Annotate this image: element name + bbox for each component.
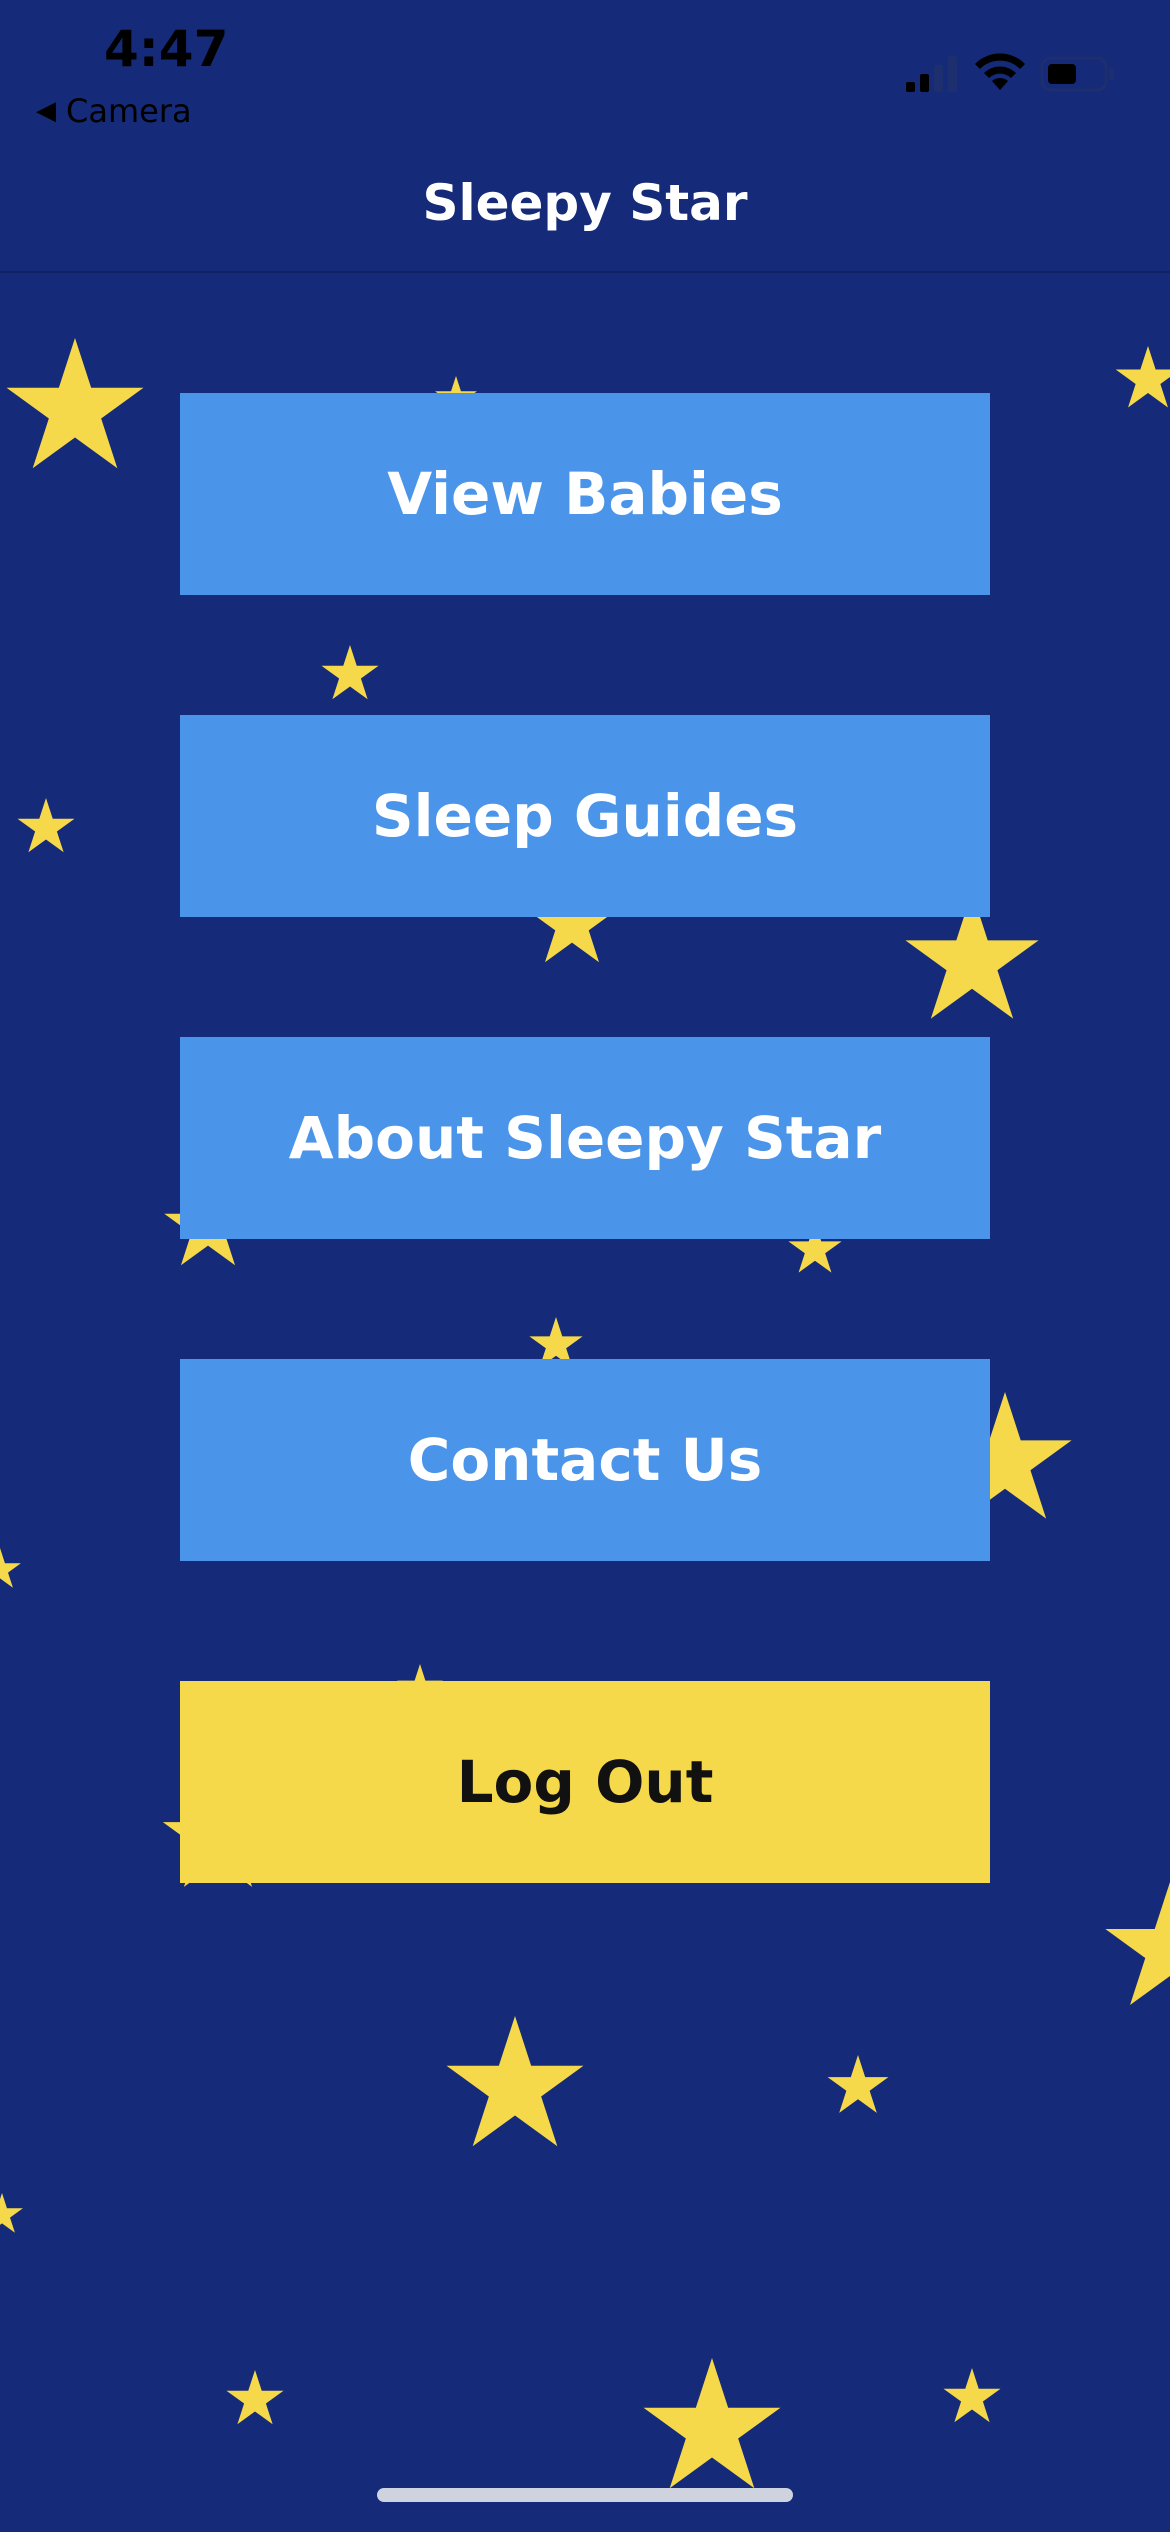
page-title: Sleepy Star: [422, 174, 748, 232]
star-icon: [643, 2358, 781, 2489]
status-bar: 4:47 ◀ Camera: [0, 0, 1170, 140]
star-icon: [943, 2368, 1001, 2423]
navigation-bar: Sleepy Star: [0, 140, 1170, 273]
star-icon: [0, 1548, 21, 1588]
view-babies-button[interactable]: View Babies: [180, 393, 990, 595]
about-sleepy-star-button[interactable]: About Sleepy Star: [180, 1037, 990, 1239]
contact-us-button[interactable]: Contact Us: [180, 1359, 990, 1561]
star-icon: [321, 645, 379, 700]
log-out-button[interactable]: Log Out: [180, 1681, 990, 1883]
star-icon: [1105, 1882, 1170, 2006]
status-time: 4:47: [104, 20, 229, 78]
star-icon: [226, 2370, 284, 2425]
star-icon: [17, 798, 75, 853]
back-app-label: Camera: [66, 92, 192, 130]
app-screen: 4:47 ◀ Camera Sleepy Star View Babies Sl…: [0, 0, 1170, 2532]
star-icon: [0, 2193, 23, 2233]
back-to-camera-link[interactable]: ◀ Camera: [36, 92, 192, 130]
wifi-icon: [975, 53, 1025, 90]
sleep-guides-button[interactable]: Sleep Guides: [180, 715, 990, 917]
back-triangle-icon: ◀: [36, 96, 56, 126]
star-icon: [446, 2016, 584, 2147]
cellular-signal-icon: [906, 56, 957, 92]
star-icon: [6, 338, 144, 469]
star-icon: [827, 2055, 889, 2113]
home-indicator[interactable]: [377, 2488, 793, 2502]
star-icon: [1115, 346, 1170, 408]
battery-icon: [1040, 56, 1114, 92]
